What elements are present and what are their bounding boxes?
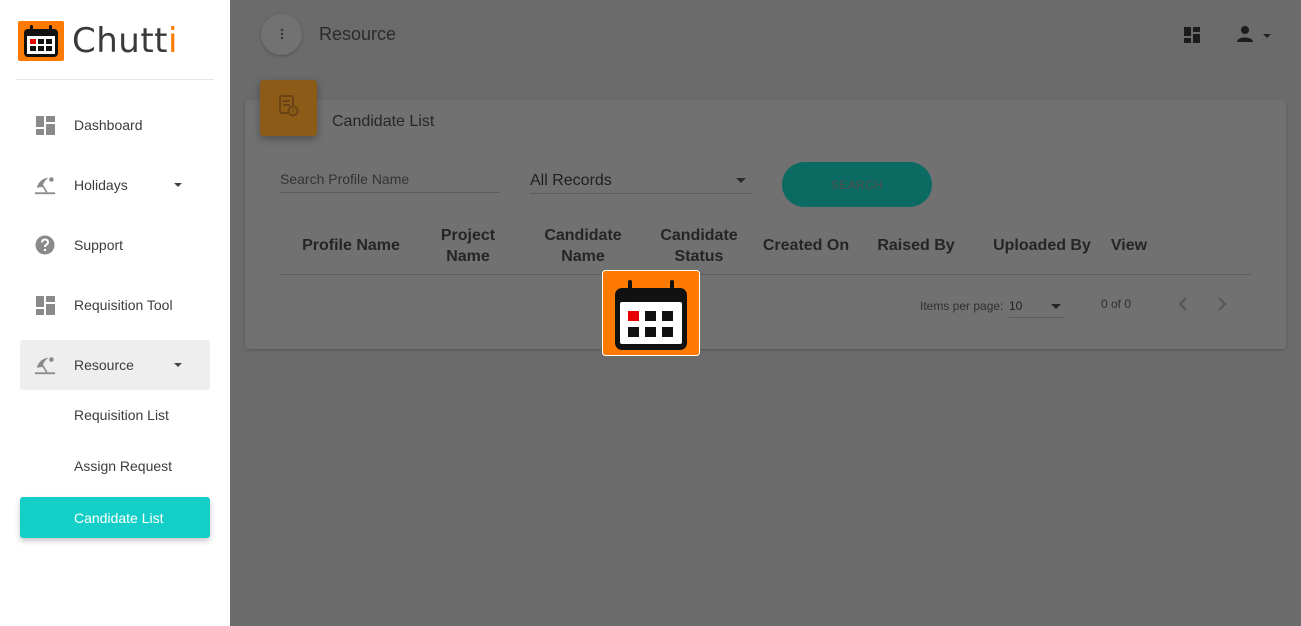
chevron-down-icon (736, 178, 746, 183)
sidebar-subitem-assign-request[interactable]: Assign Request (20, 441, 210, 491)
calendar-logo-icon (18, 21, 64, 61)
dashboard-icon (34, 294, 56, 316)
column-header-candidate-name[interactable]: Candidate Name (540, 225, 626, 267)
sidebar-item-label: Assign Request (74, 458, 173, 474)
caret-down-icon (174, 363, 182, 367)
app-name-accent: i (168, 21, 178, 61)
column-header-created-on[interactable]: Created On (760, 235, 852, 256)
sidebar-item-label: Dashboard (74, 117, 143, 133)
sidebar-item-label: Requisition List (74, 407, 169, 423)
sidebar-item-label: Requisition Tool (74, 297, 173, 313)
caret-down-icon (174, 183, 182, 187)
candidate-card (245, 100, 1286, 349)
sidebar-item-label: Resource (74, 357, 134, 373)
sidebar-subitem-candidate-list[interactable]: Candidate List (20, 497, 210, 538)
chevron-left-icon (1178, 296, 1188, 316)
app-name: Chutti (72, 21, 178, 61)
next-page-button[interactable] (1212, 296, 1232, 316)
column-header-project-name[interactable]: Project Name (428, 225, 508, 267)
table-divider (280, 274, 1251, 275)
header-menu-button[interactable] (261, 14, 302, 55)
sidebar: Chutti Dashboard Holidays Support Requis… (0, 0, 230, 626)
help-icon (34, 234, 56, 256)
person-icon[interactable] (1236, 25, 1254, 48)
sidebar-item-label: Candidate List (74, 509, 164, 526)
card-badge (260, 80, 317, 136)
sidebar-item-holidays[interactable]: Holidays (20, 160, 210, 210)
sidebar-item-label: Support (74, 237, 124, 253)
user-menu-caret[interactable] (1263, 34, 1271, 38)
logo-divider (16, 79, 214, 80)
sidebar-item-support[interactable]: Support (20, 220, 210, 270)
beach-icon (34, 174, 56, 196)
column-header-view[interactable]: View (1106, 235, 1152, 256)
column-header-candidate-status[interactable]: Candidate Status (654, 225, 744, 267)
app-logo[interactable]: Chutti (18, 21, 178, 61)
sidebar-item-resource[interactable]: Resource (20, 340, 210, 390)
column-header-raised-by[interactable]: Raised By (874, 235, 958, 256)
card-title: Candidate List (332, 113, 435, 130)
sidebar-item-dashboard[interactable]: Dashboard (20, 100, 210, 150)
more-vert-icon (280, 27, 284, 43)
document-icon (278, 94, 300, 123)
items-per-page-value: 10 (1009, 299, 1023, 313)
sidebar-subitem-requisition-list[interactable]: Requisition List (20, 390, 210, 440)
items-per-page-select[interactable]: 10 (1009, 296, 1064, 318)
column-header-profile-name[interactable]: Profile Name (300, 235, 402, 256)
chevron-right-icon (1217, 296, 1227, 316)
items-per-page-label: Items per page: (920, 299, 1004, 313)
records-select-value: All Records (530, 172, 612, 189)
sidebar-item-requisition-tool[interactable]: Requisition Tool (20, 280, 210, 330)
pagination-range: 0 of 0 (1101, 297, 1132, 311)
loading-calendar-icon (602, 270, 700, 356)
records-select[interactable]: All Records (530, 168, 752, 194)
search-button[interactable]: SEARCH (782, 162, 932, 207)
column-header-uploaded-by[interactable]: Uploaded By (990, 235, 1094, 256)
beach-icon (34, 354, 56, 376)
page-title: Resource (319, 24, 397, 44)
app-name-main: Chutt (72, 21, 168, 61)
previous-page-button[interactable] (1173, 296, 1193, 316)
sidebar-item-label: Holidays (74, 177, 128, 193)
chevron-down-icon (1051, 304, 1061, 309)
dashboard-icon[interactable] (1184, 27, 1200, 48)
search-profile-input[interactable] (280, 165, 500, 193)
dashboard-icon (34, 114, 56, 136)
